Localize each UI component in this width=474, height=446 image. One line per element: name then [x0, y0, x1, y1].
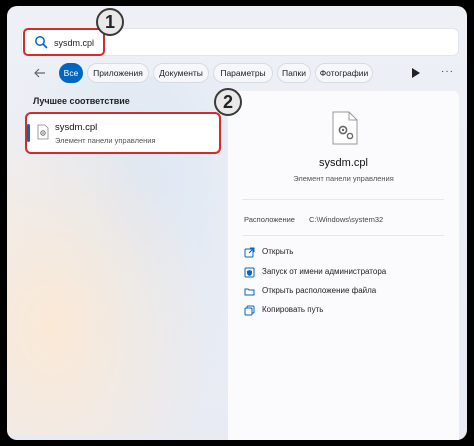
control-panel-file-icon [332, 111, 358, 145]
filter-tabs: Все Приложения Документы Параметры Папки… [21, 62, 461, 84]
action-open[interactable]: Открыть [244, 246, 444, 262]
tab-folders[interactable]: Папки [277, 63, 311, 83]
copy-icon [244, 305, 255, 316]
search-highlight-box [23, 28, 105, 56]
best-match-heading: Лучшее соответствие [33, 96, 130, 106]
search-window: Все Приложения Документы Параметры Папки… [7, 6, 467, 440]
result-highlight-box [25, 112, 221, 154]
action-run-as-admin[interactable]: Запуск от имени администратора [244, 266, 444, 282]
divider [242, 235, 444, 236]
action-label: Открыть [262, 247, 294, 256]
step-badge-2: 2 [214, 88, 242, 116]
details-title: sysdm.cpl [319, 157, 368, 169]
action-label: Запуск от имени администратора [262, 267, 387, 276]
more-options-icon[interactable]: ··· [441, 66, 454, 77]
location-value: C:\Windows\system32 [309, 215, 384, 224]
tab-settings[interactable]: Параметры [213, 63, 273, 83]
action-label: Открыть расположение файла [262, 286, 377, 295]
play-icon[interactable] [411, 67, 421, 79]
details-panel: sysdm.cpl Элемент панели управления Расп… [228, 91, 459, 440]
action-open-file-location[interactable]: Открыть расположение файла [244, 285, 444, 301]
step-badge-1: 1 [96, 8, 124, 36]
tab-all[interactable]: Все [59, 63, 83, 83]
search-input[interactable] [52, 33, 436, 53]
back-arrow-icon[interactable] [33, 66, 47, 80]
tab-documents[interactable]: Документы [153, 63, 209, 83]
tab-apps[interactable]: Приложения [87, 63, 149, 83]
open-external-icon [244, 247, 255, 258]
action-label: Копировать путь [262, 305, 324, 314]
action-copy-path[interactable]: Копировать путь [244, 304, 444, 320]
shield-icon [244, 267, 255, 278]
divider [242, 199, 444, 200]
folder-icon [244, 288, 255, 296]
details-subtitle: Элемент панели управления [293, 174, 394, 183]
location-label: Расположение [244, 215, 295, 224]
tab-photos[interactable]: Фотографии [315, 63, 373, 83]
